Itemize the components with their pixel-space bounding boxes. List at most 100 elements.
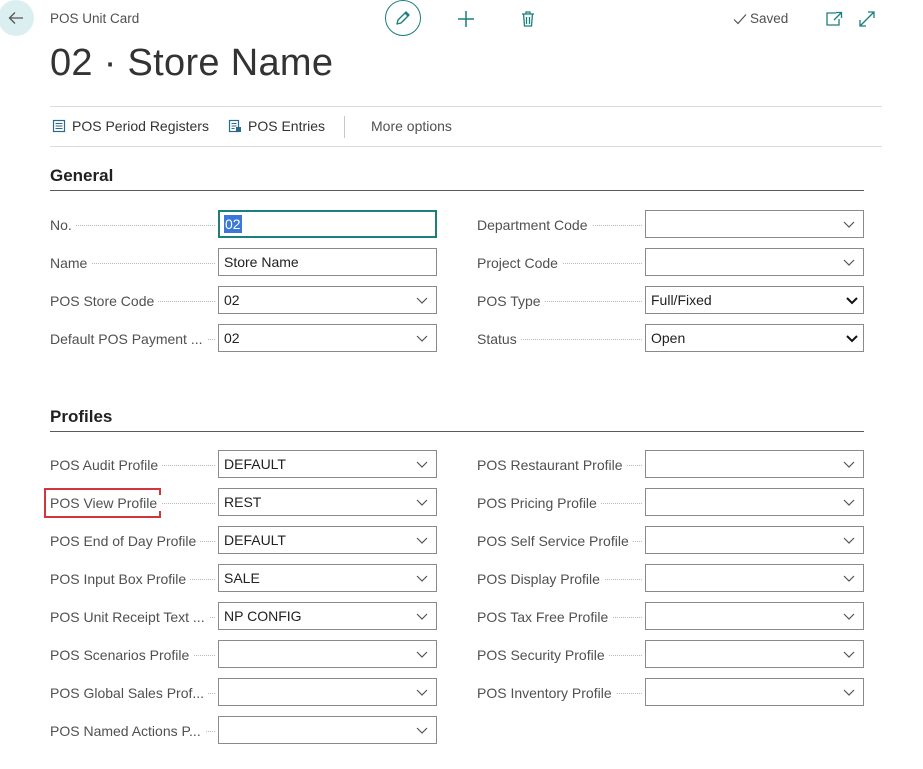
no-label: No. — [50, 215, 215, 235]
pos-end-of-day-profile-field[interactable]: DEFAULT — [218, 526, 437, 554]
pos-pricing-profile-label: POS Pricing Profile — [477, 493, 642, 513]
pos-tax-free-profile-label: POS Tax Free Profile — [477, 607, 642, 627]
name-label: Name — [50, 253, 215, 273]
pos-period-registers-label: POS Period Registers — [72, 118, 209, 134]
saved-status: Saved — [733, 11, 788, 26]
edit-button[interactable] — [385, 0, 421, 36]
chevron-down-icon — [843, 651, 855, 658]
trash-icon — [522, 11, 534, 27]
chevron-down-icon — [416, 651, 428, 658]
project-code-field[interactable] — [645, 248, 864, 276]
saved-label: Saved — [750, 11, 789, 26]
pos-security-profile-field[interactable] — [645, 640, 864, 668]
pos-named-actions-p-label: POS Named Actions P... — [50, 721, 215, 741]
pos-unit-receipt-text-label: POS Unit Receipt Text ... — [50, 607, 215, 627]
chevron-down-icon — [843, 221, 855, 228]
chevron-down-icon — [416, 613, 428, 620]
chevron-down-icon — [416, 297, 428, 304]
new-button[interactable] — [454, 7, 478, 31]
pos-input-box-profile-field[interactable]: SALE — [218, 564, 437, 592]
chevron-down-icon — [416, 689, 428, 696]
expand-icon — [859, 11, 875, 27]
pos-named-actions-p-field[interactable] — [218, 716, 437, 744]
pos-display-profile-field[interactable] — [645, 564, 864, 592]
pos-inventory-profile-label: POS Inventory Profile — [477, 683, 642, 703]
back-button[interactable] — [0, 0, 34, 36]
pos-security-profile-label: POS Security Profile — [477, 645, 642, 665]
profiles-section-rule — [50, 431, 864, 432]
caret-down-icon — [846, 335, 858, 343]
expand-button[interactable] — [855, 7, 879, 31]
department-code-field[interactable] — [645, 210, 864, 238]
pos-pricing-profile-field[interactable] — [645, 488, 864, 516]
default-pos-payment-field[interactable]: 02 — [218, 324, 437, 352]
entries-icon — [228, 119, 241, 133]
pos-audit-profile-field[interactable]: DEFAULT — [218, 450, 437, 478]
pos-display-profile-label: POS Display Profile — [477, 569, 642, 589]
pos-end-of-day-profile-label: POS End of Day Profile — [50, 531, 215, 551]
action-bar-bottom-divider — [50, 146, 882, 147]
card-caption: POS Unit Card — [50, 11, 140, 26]
pos-global-sales-prof-label: POS Global Sales Prof... — [50, 683, 215, 703]
pencil-icon — [396, 11, 410, 25]
pos-scenarios-profile-field[interactable] — [218, 640, 437, 668]
general-section-title[interactable]: General — [50, 166, 113, 186]
chevron-down-icon — [843, 689, 855, 696]
pos-scenarios-profile-label: POS Scenarios Profile — [50, 645, 215, 665]
name-input[interactable]: Store Name — [218, 248, 437, 276]
open-new-window-button[interactable] — [822, 7, 846, 31]
chevron-down-icon — [843, 499, 855, 506]
pos-type-select[interactable]: Full/Fixed — [645, 286, 864, 314]
pos-unit-receipt-text-field[interactable]: NP CONFIG — [218, 602, 437, 630]
chevron-down-icon — [416, 575, 428, 582]
pos-entries-action[interactable]: POS Entries — [228, 118, 325, 134]
caret-down-icon — [846, 297, 858, 305]
status-label: Status — [477, 329, 642, 349]
chevron-down-icon — [416, 461, 428, 468]
pos-view-profile-field[interactable]: REST — [218, 488, 437, 516]
chevron-down-icon — [416, 499, 428, 506]
register-icon — [52, 119, 66, 133]
pos-entries-label: POS Entries — [248, 118, 326, 134]
pos-inventory-profile-field[interactable] — [645, 678, 864, 706]
open-in-new-window-icon — [826, 11, 843, 26]
more-options-label: More options — [371, 118, 452, 134]
page-title: 02 · Store Name — [50, 42, 334, 84]
department-code-label: Department Code — [477, 215, 642, 235]
general-section-rule — [50, 190, 864, 191]
status-select[interactable]: Open — [645, 324, 864, 352]
pos-self-service-profile-label: POS Self Service Profile — [477, 531, 642, 551]
delete-button[interactable] — [516, 7, 540, 31]
pos-input-box-profile-label: POS Input Box Profile — [50, 569, 215, 589]
arrow-left-icon — [8, 12, 23, 24]
chevron-down-icon — [843, 537, 855, 544]
checkmark-icon — [733, 13, 747, 24]
chevron-down-icon — [843, 259, 855, 266]
chevron-down-icon — [843, 575, 855, 582]
no-selected-value: 02 — [224, 215, 242, 233]
action-bar-separator — [344, 116, 345, 138]
no-input[interactable]: 02 — [218, 210, 437, 238]
pos-self-service-profile-field[interactable] — [645, 526, 864, 554]
pos-store-code-field[interactable]: 02 — [218, 286, 437, 314]
chevron-down-icon — [843, 461, 855, 468]
plus-icon — [458, 11, 474, 27]
pos-audit-profile-label: POS Audit Profile — [50, 455, 215, 475]
action-bar-top-divider — [50, 106, 882, 107]
chevron-down-icon — [416, 335, 428, 342]
profiles-section-title[interactable]: Profiles — [50, 407, 112, 427]
pos-global-sales-prof-field[interactable] — [218, 678, 437, 706]
pos-store-code-label: POS Store Code — [50, 291, 215, 311]
pos-tax-free-profile-field[interactable] — [645, 602, 864, 630]
pos-type-label: POS Type — [477, 291, 642, 311]
pos-restaurant-profile-field[interactable] — [645, 450, 864, 478]
pos-restaurant-profile-label: POS Restaurant Profile — [477, 455, 642, 475]
pos-view-profile-label: POS View Profile — [50, 493, 215, 513]
chevron-down-icon — [416, 727, 428, 734]
chevron-down-icon — [843, 613, 855, 620]
project-code-label: Project Code — [477, 253, 642, 273]
pos-period-registers-action[interactable]: POS Period Registers — [52, 118, 209, 134]
more-options-action[interactable]: More options — [371, 118, 452, 134]
default-pos-payment-label: Default POS Payment ... — [50, 329, 215, 349]
chevron-down-icon — [416, 537, 428, 544]
